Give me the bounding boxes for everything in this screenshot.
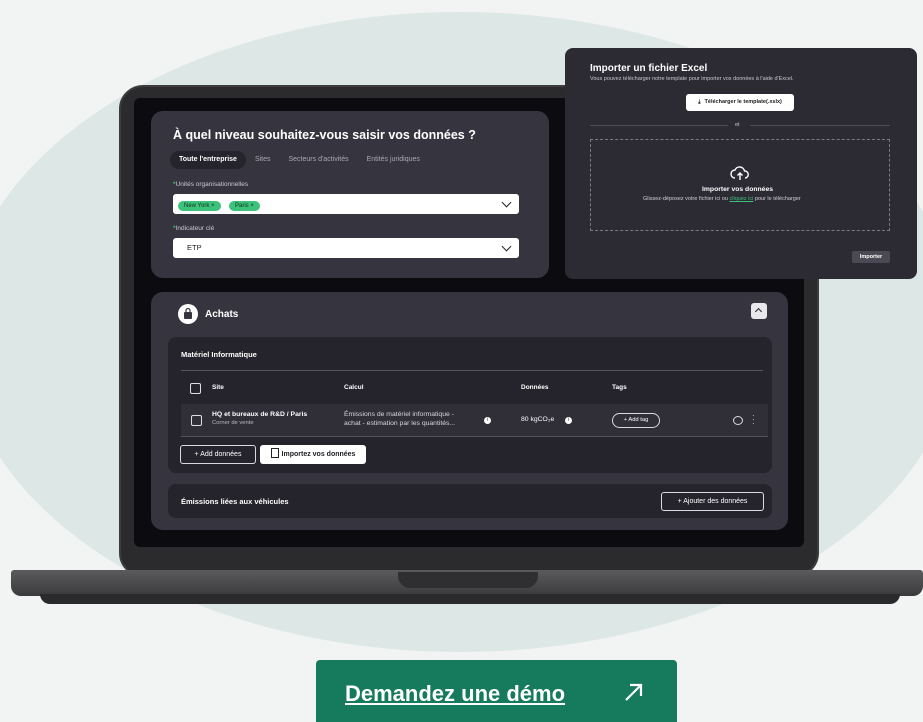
cloud-upload-icon — [730, 165, 750, 186]
shopping-bag-icon — [178, 304, 198, 324]
chevron-down-icon[interactable] — [501, 241, 512, 252]
tab-entreprise[interactable]: Toute l'entreprise — [170, 151, 246, 169]
drop-text: Glissez-déposez votre fichier ici ou cli… — [643, 196, 801, 202]
col-tags: Tags — [612, 384, 627, 391]
vehicles-title: Émissions liées aux véhicules — [181, 497, 289, 506]
tab-sites[interactable]: Sites — [246, 151, 280, 169]
collapse-button[interactable] — [751, 303, 767, 319]
arrow-up-right-icon — [622, 680, 646, 709]
demo-cta-label: Demandez une démo — [345, 681, 566, 706]
select-all-checkbox[interactable] — [190, 383, 201, 394]
row-site-sub: Corner de vente — [212, 420, 254, 426]
divider-label: et — [735, 122, 740, 128]
row-value: 80 kgCO₂e — [521, 416, 555, 423]
table-row[interactable] — [181, 404, 768, 437]
row-checkbox[interactable] — [191, 415, 202, 426]
laptop-base-shadow — [40, 594, 900, 604]
level-tabs: Toute l'entreprise Sites Secteurs d'acti… — [170, 151, 429, 169]
modal-title: Importer un fichier Excel — [590, 63, 708, 74]
indicator-value: ETP — [187, 243, 202, 252]
modal-subtitle: Vous pouvez télécharger notre template p… — [590, 76, 794, 82]
add-tag-button[interactable]: + Add tag — [612, 413, 660, 428]
indicator-select[interactable]: ETP — [173, 238, 519, 258]
row-calc-line1: Émissions de matériel informatique - — [344, 411, 454, 418]
units-select[interactable]: New York × Paris × — [173, 194, 519, 214]
divider-right — [750, 125, 890, 126]
tab-entites[interactable]: Entités juridiques — [358, 151, 429, 169]
download-template-button[interactable]: ⤓ Télécharger le template(.xslx) — [686, 94, 794, 111]
divider-left — [590, 125, 728, 126]
level-card-title: À quel niveau souhaitez-vous saisir vos … — [173, 128, 476, 142]
drop-title: Importer vos données — [702, 186, 774, 193]
file-import-icon — [270, 448, 279, 458]
comment-icon[interactable] — [733, 416, 743, 425]
chevron-up-icon — [754, 307, 763, 316]
download-icon: ⤓ — [698, 99, 701, 105]
chip-new-york[interactable]: New York × — [178, 201, 221, 211]
click-here-link[interactable]: cliquez ici — [730, 196, 754, 202]
materiel-title: Matériel Informatique — [181, 350, 257, 359]
tab-secteurs[interactable]: Secteurs d'activités — [280, 151, 358, 169]
achats-title: Achats — [205, 309, 239, 320]
more-icon[interactable]: · · · — [752, 412, 755, 428]
add-donnees-button[interactable]: + Add données — [180, 445, 256, 464]
col-site: Site — [212, 384, 224, 391]
demo-cta-button[interactable]: Demandez une démo — [316, 660, 677, 722]
info-icon[interactable]: i — [565, 417, 572, 424]
col-calcul: Calcul — [344, 384, 364, 391]
import-donnees-button[interactable]: Importez vos données — [260, 445, 366, 464]
info-icon[interactable]: i — [484, 417, 491, 424]
row-calc-line2: achat - estimation par les quantités... — [344, 420, 456, 427]
row-site: HQ et bureaux de R&D / Paris — [212, 411, 308, 418]
indicator-label: *Indicateur clé — [173, 225, 215, 232]
chip-paris[interactable]: Paris × — [228, 201, 260, 211]
units-label: *Unités organisationnelles — [173, 181, 249, 188]
col-donnees: Données — [521, 384, 549, 391]
section-divider — [181, 370, 763, 371]
laptop-notch — [398, 572, 538, 588]
add-vehicle-data-button[interactable]: + Ajouter des données — [661, 492, 764, 511]
modal-import-button[interactable]: Importer — [852, 251, 890, 263]
